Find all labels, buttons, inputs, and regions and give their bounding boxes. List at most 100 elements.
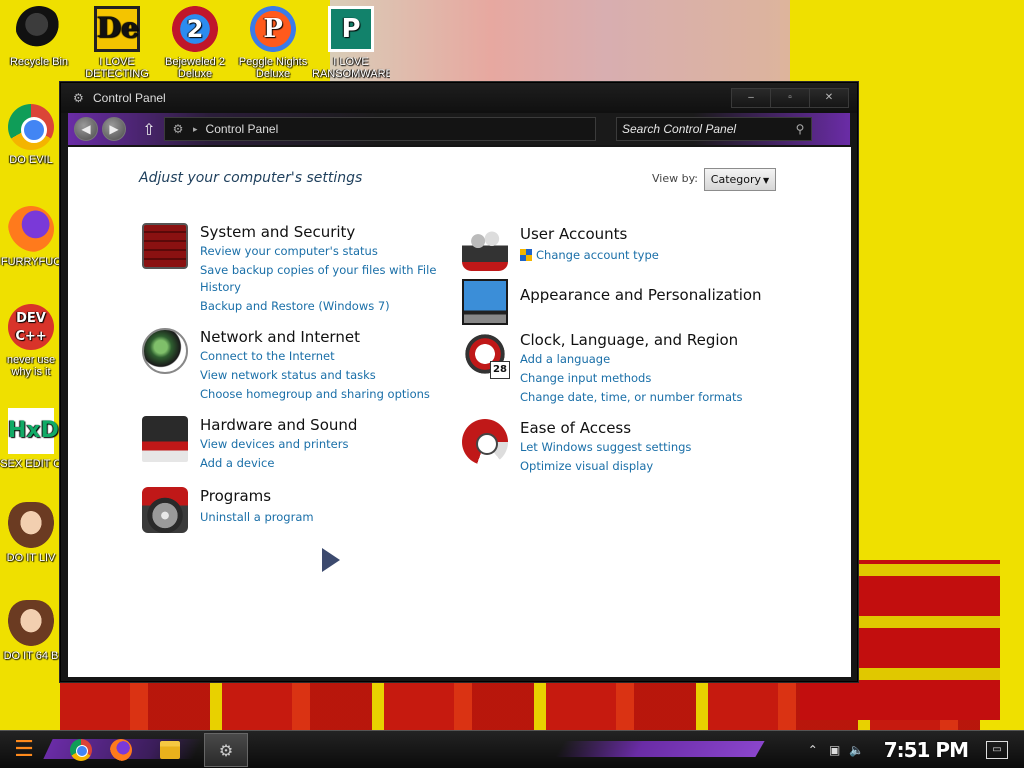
chevron-down-icon: ▼ xyxy=(763,176,770,185)
search-icon[interactable]: ⚲ xyxy=(789,122,811,136)
portrait-icon xyxy=(8,502,54,548)
arrow-left-icon: ◀ xyxy=(81,122,91,136)
programs-disc-icon xyxy=(142,487,188,533)
desktop-icon-label: never use why is it xyxy=(6,354,56,378)
window-title: Control Panel xyxy=(93,91,166,105)
window-controls: – ▫ ✕ xyxy=(731,88,849,108)
close-button[interactable]: ✕ xyxy=(809,88,849,108)
navigation-bar: ◀ ▶ ⇧ ⚙ ▸ Control Panel ⚲ xyxy=(68,113,850,145)
desktop-icon-chrome[interactable]: DO EVIL xyxy=(0,104,62,170)
link-uninstall-program[interactable]: Uninstall a program xyxy=(200,510,314,524)
ease-of-access-icon xyxy=(462,419,508,465)
link-optimize-display[interactable]: Optimize visual display xyxy=(520,459,653,473)
users-icon xyxy=(462,225,508,271)
desktop-icon-64bit[interactable]: DO IT 64 B xyxy=(0,600,62,666)
desktop-icon-label: I LOVE RANSOMWARE xyxy=(312,56,390,80)
link-input-methods[interactable]: Change input methods xyxy=(520,371,651,385)
desktop-icon-devcpp[interactable]: DEV C++ never use why is it xyxy=(0,304,62,386)
desktop-icon-label: I LOVE DETECTING xyxy=(85,56,149,80)
desktop-icon-label: Recycle Bin xyxy=(9,56,69,68)
content-area: Adjust your computer's settings View by:… xyxy=(68,147,851,677)
view-by-dropdown[interactable]: Category ▼ xyxy=(704,168,776,191)
system-tray: ⌃ ▣ 🔈 7:51 PM ▭ xyxy=(804,731,1024,768)
desktop-icon-ransomware[interactable]: P I LOVE RANSOMWARE xyxy=(312,6,390,84)
desktop-icon-firefox[interactable]: FURRYFUC xyxy=(0,206,62,272)
devcpp-icon: DEV C++ xyxy=(8,304,54,350)
link-network-status[interactable]: View network status and tasks xyxy=(200,368,376,382)
category-title[interactable]: Network and Internet xyxy=(200,328,360,346)
control-panel-icon: ⚙ xyxy=(73,91,84,105)
back-button[interactable]: ◀ xyxy=(74,117,98,141)
search-input[interactable] xyxy=(617,122,789,136)
firefox-icon xyxy=(8,206,54,252)
category-title[interactable]: Programs xyxy=(200,487,271,505)
network-globe-icon xyxy=(142,328,188,374)
link-change-account-type[interactable]: Change account type xyxy=(520,248,659,262)
link-suggest-settings[interactable]: Let Windows suggest settings xyxy=(520,440,691,454)
category-title[interactable]: System and Security xyxy=(200,223,355,241)
notification-icon[interactable]: ▭ xyxy=(986,741,1008,759)
search-box[interactable]: ⚲ xyxy=(616,117,812,141)
taskbar-file-explorer-icon[interactable] xyxy=(160,740,180,759)
desktop-icon-hxd[interactable]: HxD SEX EDIT O xyxy=(0,408,62,470)
link-label: Change account type xyxy=(536,248,659,262)
desktop-icon-label: Bejeweled 2 Deluxe xyxy=(165,56,225,80)
title-bar[interactable]: ⚙ Control Panel – ▫ ✕ xyxy=(61,83,857,113)
desktop-icon-live[interactable]: DO IT LIV xyxy=(0,502,62,568)
monitor-icon xyxy=(462,279,508,325)
bejeweled-icon: 2 xyxy=(172,6,218,52)
desktop-icon-peggle[interactable]: P Peggle Nights Deluxe xyxy=(234,6,312,84)
address-bar[interactable]: ⚙ ▸ Control Panel xyxy=(164,117,596,141)
desktop-icon-bejeweled[interactable]: 2 Bejeweled 2 Deluxe xyxy=(156,6,234,84)
minimize-button[interactable]: – xyxy=(731,88,771,108)
link-homegroup[interactable]: Choose homegroup and sharing options xyxy=(200,387,430,401)
chevron-right-icon: ▸ xyxy=(193,123,198,134)
control-panel-window: ⚙ Control Panel – ▫ ✕ ◀ ▶ ⇧ ⚙ ▸ Control … xyxy=(60,82,858,682)
arrow-up-icon: ⇧ xyxy=(142,119,156,139)
calendar-icon: 28 xyxy=(490,361,510,379)
control-panel-icon: ⚙ xyxy=(218,740,234,760)
link-add-language[interactable]: Add a language xyxy=(520,352,610,366)
mouse-pointer-icon xyxy=(322,548,340,572)
link-file-history[interactable]: Save backup copies of your files with Fi… xyxy=(200,263,436,277)
link-add-device[interactable]: Add a device xyxy=(200,456,274,470)
taskbar-clock[interactable]: 7:51 PM xyxy=(884,738,969,762)
taskbar: ☰ ⚙ ⌃ ▣ 🔈 7:51 PM ▭ xyxy=(0,730,1024,768)
maximize-button[interactable]: ▫ xyxy=(770,88,810,108)
clock-icon: 28 xyxy=(462,331,510,379)
arrow-right-icon: ▶ xyxy=(109,122,119,136)
link-connect-internet[interactable]: Connect to the Internet xyxy=(200,349,335,363)
category-title[interactable]: Hardware and Sound xyxy=(200,416,357,434)
view-by-label: View by: xyxy=(652,172,698,185)
chevron-up-icon[interactable]: ⌃ xyxy=(804,743,822,757)
volume-icon[interactable]: 🔈 xyxy=(848,743,866,757)
category-title[interactable]: User Accounts xyxy=(520,225,627,243)
wallpaper-pink-area xyxy=(330,0,790,95)
link-backup-restore[interactable]: Backup and Restore (Windows 7) xyxy=(200,299,390,313)
forward-button[interactable]: ▶ xyxy=(102,117,126,141)
category-title[interactable]: Ease of Access xyxy=(520,419,631,437)
up-button[interactable]: ⇧ xyxy=(140,120,158,139)
control-panel-icon: ⚙ xyxy=(172,122,184,136)
taskbar-firefox-icon[interactable] xyxy=(110,738,132,761)
link-review-status[interactable]: Review your computer's status xyxy=(200,244,378,258)
desktop-icon-recycle-bin[interactable]: Recycle Bin xyxy=(0,6,78,68)
breadcrumb-control-panel[interactable]: Control Panel xyxy=(206,122,279,136)
network-icon[interactable]: ▣ xyxy=(826,743,844,757)
link-file-history-cont[interactable]: History xyxy=(200,280,241,294)
taskbar-control-panel-button[interactable]: ⚙ xyxy=(204,732,248,767)
peggle-icon: P xyxy=(250,6,296,52)
category-title[interactable]: Clock, Language, and Region xyxy=(520,331,738,349)
taskbar-decoration xyxy=(555,741,765,757)
desktop-icon-detecting[interactable]: De I LOVE DETECTING xyxy=(78,6,156,84)
firewall-icon xyxy=(142,223,188,269)
start-button[interactable]: ☰ xyxy=(6,735,42,765)
link-date-formats[interactable]: Change date, time, or number formats xyxy=(520,390,743,404)
de-app-icon: De xyxy=(94,6,140,52)
link-devices-printers[interactable]: View devices and printers xyxy=(200,437,348,451)
printer-icon xyxy=(142,416,188,462)
category-title[interactable]: Appearance and Personalization xyxy=(520,286,762,304)
taskbar-chrome-icon[interactable] xyxy=(70,738,92,761)
portrait-icon xyxy=(8,600,54,646)
recycle-bin-icon xyxy=(16,6,62,52)
